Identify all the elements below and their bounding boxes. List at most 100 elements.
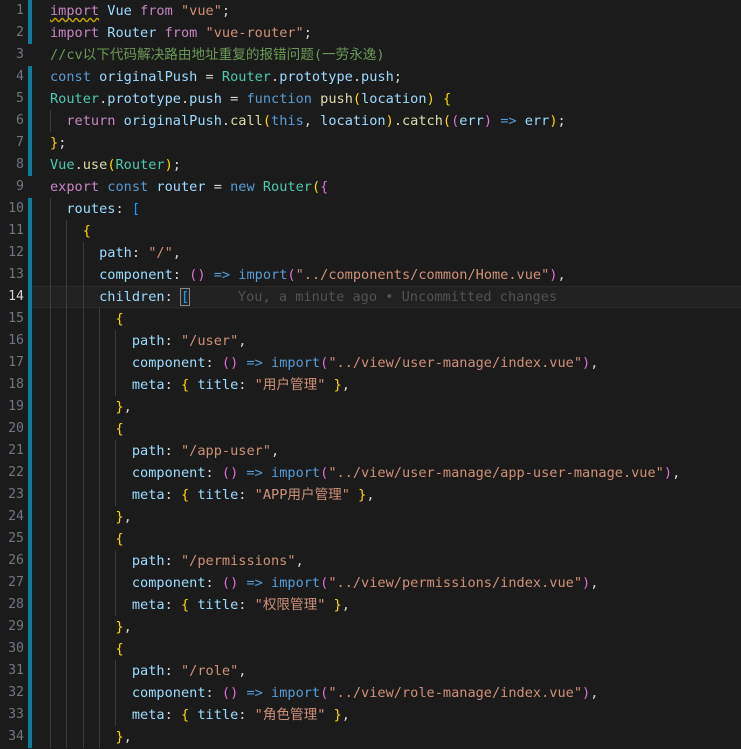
code-line-content[interactable]: }, xyxy=(32,506,741,528)
code-line-content[interactable]: meta: { title: "用户管理" }, xyxy=(32,374,741,396)
code-line-content[interactable]: { xyxy=(32,418,741,440)
code-line-content[interactable]: component: () => import("../view/role-ma… xyxy=(32,682,741,704)
code-line-content[interactable]: { xyxy=(32,220,741,242)
code-token: "/app-user" xyxy=(180,443,271,459)
code-line-content[interactable]: //cv以下代码解决路由地址重复的报错问题(一劳永逸) xyxy=(32,44,741,66)
code-token: component xyxy=(131,465,206,481)
code-line[interactable]: 7}; xyxy=(0,132,741,154)
code-token: import xyxy=(271,685,321,701)
code-line-content[interactable]: component: () => import("../components/c… xyxy=(32,264,741,286)
code-line[interactable]: 22 component: () => import("../view/user… xyxy=(0,462,741,484)
code-line-content[interactable]: meta: { title: "权限管理" }, xyxy=(32,594,741,616)
code-line-content[interactable]: { xyxy=(32,638,741,660)
code-line[interactable]: 6 return originalPush.call(this, locatio… xyxy=(0,110,741,132)
code-line-content[interactable]: const originalPush = Router.prototype.pu… xyxy=(32,66,741,88)
code-line-content[interactable]: Vue.use(Router); xyxy=(32,154,741,176)
code-line-content[interactable]: import Router from "vue-router"; xyxy=(32,22,741,44)
code-token: . xyxy=(74,157,83,173)
code-line[interactable]: 1 import Vue from "vue"; xyxy=(0,0,741,22)
code-line[interactable]: 14 children: [You, a minute ago • Uncomm… xyxy=(0,286,741,308)
code-line-content[interactable]: component: () => import("../view/permiss… xyxy=(32,572,741,594)
line-number: 14 xyxy=(8,289,24,304)
code-token: , xyxy=(238,663,247,679)
code-line[interactable]: 17 component: () => import("../view/user… xyxy=(0,352,741,374)
code-line[interactable]: 25 { xyxy=(0,528,741,550)
code-token: ) xyxy=(582,355,591,371)
code-line[interactable]: 2 import Router from "vue-router"; xyxy=(0,22,741,44)
code-line-content[interactable]: meta: { title: "角色管理" }, xyxy=(32,704,741,726)
code-line[interactable]: 15 { xyxy=(0,308,741,330)
code-line-content[interactable]: { xyxy=(32,308,741,330)
code-token: = xyxy=(221,91,247,107)
line-number: 7 xyxy=(16,135,24,150)
code-line[interactable]: 12 path: "/", xyxy=(0,242,741,264)
code-line-content[interactable]: { xyxy=(32,528,741,550)
code-line-content[interactable]: path: "/user", xyxy=(32,330,741,352)
code-line[interactable]: 30 { xyxy=(0,638,741,660)
code-line[interactable]: 5 Router.prototype.push = function push(l… xyxy=(0,88,741,110)
code-line[interactable]: 31 path: "/role", xyxy=(0,660,741,682)
code-line-content[interactable]: routes: [ xyxy=(32,198,741,220)
code-line[interactable]: 18 meta: { title: "用户管理" }, xyxy=(0,374,741,396)
code-line-content[interactable]: component: () => import("../view/user-ma… xyxy=(32,352,741,374)
line-number: 15 xyxy=(8,311,24,326)
code-token: { xyxy=(442,91,452,107)
code-token: : xyxy=(205,465,222,481)
code-line[interactable]: 26 path: "/permissions", xyxy=(0,550,741,572)
code-token: "../components/common/Home.vue" xyxy=(295,267,550,283)
code-token: , xyxy=(557,267,566,283)
code-editor[interactable]: 1 import Vue from "vue"; 2 import Router fr… xyxy=(0,0,741,749)
code-line[interactable]: 23 meta: { title: "APP用户管理" }, xyxy=(0,484,741,506)
code-token: : xyxy=(164,443,181,459)
code-token: meta xyxy=(131,377,165,393)
code-line-content[interactable]: return originalPush.call(this, location)… xyxy=(32,110,741,132)
code-line[interactable]: 9 export const router = new Router({ xyxy=(0,176,741,198)
code-line[interactable]: 27 component: () => import("../view/perm… xyxy=(0,572,741,594)
code-line[interactable]: 16 path: "/user", xyxy=(0,330,741,352)
code-line-content[interactable]: }, xyxy=(32,616,741,638)
code-line-content[interactable]: path: "/app-user", xyxy=(32,440,741,462)
code-line[interactable]: 29 }, xyxy=(0,616,741,638)
code-line[interactable]: 34 }, xyxy=(0,726,741,748)
code-line-content[interactable]: }, xyxy=(32,396,741,418)
code-token: err xyxy=(459,113,484,129)
code-token: ( xyxy=(352,91,362,107)
git-blame-annotation[interactable]: You, a minute ago • Uncommitted changes xyxy=(238,286,557,308)
code-line-content[interactable]: component: () => import("../view/user-ma… xyxy=(32,462,741,484)
code-token: component xyxy=(131,575,206,591)
code-line[interactable]: 33 meta: { title: "角色管理" }, xyxy=(0,704,741,726)
code-token: { xyxy=(180,707,190,723)
code-line[interactable]: 24 }, xyxy=(0,506,741,528)
code-line-content[interactable]: children: [You, a minute ago • Uncommitt… xyxy=(32,286,741,308)
code-line[interactable]: 11 { xyxy=(0,220,741,242)
code-line[interactable]: 32 component: () => import("../view/role… xyxy=(0,682,741,704)
code-line[interactable]: 10 routes: [ xyxy=(0,198,741,220)
code-line[interactable]: 3 //cv以下代码解决路由地址重复的报错问题(一劳永逸) xyxy=(0,44,741,66)
code-line-content[interactable]: }, xyxy=(32,726,741,748)
code-line-content[interactable]: export const router = new Router({ xyxy=(32,176,741,198)
code-line[interactable]: 13 component: () => import("../component… xyxy=(0,264,741,286)
code-line[interactable]: 20 { xyxy=(0,418,741,440)
code-line-content[interactable]: Router.prototype.push = function push(lo… xyxy=(32,88,741,110)
code-text: meta: { title: "APP用户管理" }, xyxy=(50,484,375,506)
code-token: path xyxy=(99,245,132,261)
code-line-content[interactable]: path: "/role", xyxy=(32,660,741,682)
code-line-content[interactable]: import Vue from "vue"; xyxy=(32,0,741,22)
code-line-content[interactable]: }; xyxy=(32,132,741,154)
code-line[interactable]: 28 meta: { title: "权限管理" }, xyxy=(0,594,741,616)
code-line-content[interactable]: meta: { title: "APP用户管理" }, xyxy=(32,484,741,506)
code-line[interactable]: 19 }, xyxy=(0,396,741,418)
code-line[interactable]: 21 path: "/app-user", xyxy=(0,440,741,462)
code-line[interactable]: 8 Vue.use(Router); xyxy=(0,154,741,176)
code-line-content[interactable]: path: "/permissions", xyxy=(32,550,741,572)
code-line[interactable]: 4 const originalPush = Router.prototype.p… xyxy=(0,66,741,88)
code-line-content[interactable]: path: "/", xyxy=(32,242,741,264)
